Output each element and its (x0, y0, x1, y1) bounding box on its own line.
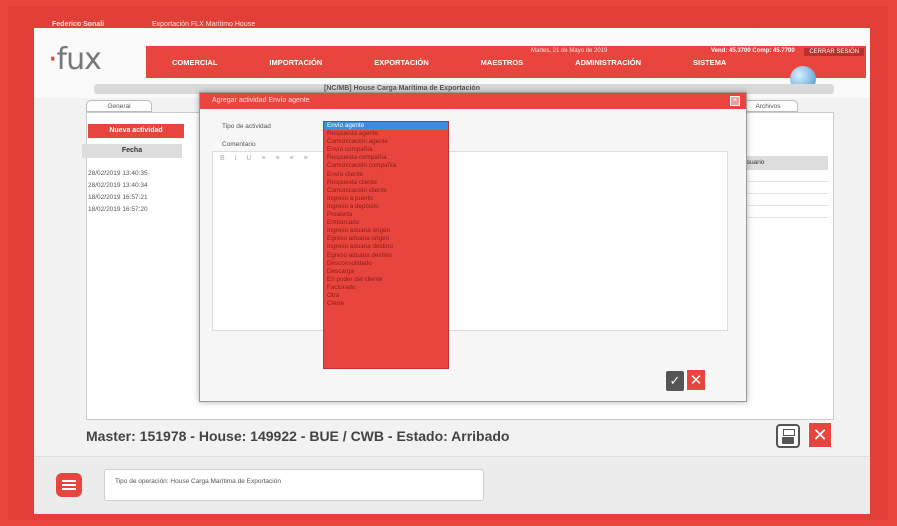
dropdown-option[interactable]: Descarga (324, 268, 448, 276)
dropdown-option[interactable]: Prealerta (324, 211, 448, 219)
new-activity-button[interactable]: Nueva actividad (88, 124, 184, 138)
dropdown-option[interactable]: En poder del cliente (324, 276, 448, 284)
activity-list: 28/02/2019 13:40:35 28/02/2019 13:40:34 … (88, 168, 148, 216)
add-activity-dialog: Agregar actividad Envío agente × Tipo de… (199, 92, 747, 402)
menu-administracion[interactable]: ADMINISTRACIÓN (549, 58, 667, 67)
dropdown-option[interactable]: Facturado (324, 284, 448, 292)
current-date: Martes, 21 de Mayo de 2019 (531, 48, 608, 54)
dropdown-option[interactable]: Comunicación agente (324, 138, 448, 146)
user-name: Federico Sonali (52, 21, 105, 28)
activity-type-dropdown[interactable]: Envío agente Respuesta agente Comunicación… (323, 121, 449, 369)
list-item[interactable]: 28/02/2019 13:40:34 (88, 180, 148, 192)
dialog-title: Agregar actividad Envío agente (200, 93, 746, 109)
dropdown-option[interactable]: Respuesta cliente (324, 179, 448, 187)
table-row (738, 172, 828, 182)
user-column-header[interactable]: Usuario (738, 156, 828, 170)
list-item[interactable]: 18/02/2019 16:57:21 (88, 192, 148, 204)
dropdown-option[interactable]: Comunicación cliente (324, 187, 448, 195)
dropdown-option[interactable]: Comunicación compañía (324, 162, 448, 170)
comment-label: Comentario (222, 141, 256, 148)
dialog-close-icon[interactable]: × (730, 96, 740, 106)
editor-toolbar[interactable]: B I U ≡ ≡ ≡ ≡ (220, 155, 312, 162)
dropdown-option[interactable]: Ingreso a depósito (324, 203, 448, 211)
dropdown-option[interactable]: Ingreso a puerto (324, 195, 448, 203)
dropdown-option[interactable]: Cierre (324, 300, 448, 308)
brand-logo[interactable]: ·fux (48, 42, 102, 77)
list-item[interactable]: 28/02/2019 13:40:35 (88, 168, 148, 180)
logout-button[interactable]: CERRAR SESIÓN (804, 48, 864, 56)
footer-bar: Tipo de operación: House Carga Marítima … (34, 456, 870, 514)
dropdown-option[interactable]: Envío cliente (324, 171, 448, 179)
confirm-button[interactable]: ✓ (666, 371, 684, 391)
menu-exportacion[interactable]: EXPORTACIÓN (348, 58, 454, 67)
close-button[interactable]: ✕ (808, 422, 832, 448)
menu-maestros[interactable]: MAESTROS (455, 58, 550, 67)
main-menu: COMERCIAL IMPORTACIÓN EXPORTACIÓN MAESTR… (146, 46, 866, 78)
table-row (738, 184, 828, 194)
page-title: [NC/MB] House Carga Marítima de Exportac… (324, 85, 480, 92)
comment-editor[interactable] (212, 151, 728, 331)
dropdown-option[interactable]: Respuesta compañía (324, 154, 448, 162)
dropdown-option[interactable]: Egreso aduana destino (324, 252, 448, 260)
menu-comercial[interactable]: COMERCIAL (146, 58, 243, 67)
breadcrumb: Exportación FLX Marítimo House (152, 21, 256, 28)
operation-type-box: Tipo de operación: House Carga Marítima … (104, 469, 484, 501)
table-row (738, 208, 828, 218)
dropdown-option[interactable]: Embarcado (324, 219, 448, 227)
dropdown-option[interactable]: Envío compañía (324, 146, 448, 154)
cancel-button[interactable]: ✕ (686, 369, 706, 391)
app-window: ·fux COMERCIAL IMPORTACIÓN EXPORTACIÓN M… (34, 28, 870, 514)
dropdown-option[interactable]: Otra (324, 292, 448, 300)
table-row (738, 196, 828, 206)
save-button[interactable] (776, 424, 800, 448)
tab-general[interactable]: General (86, 100, 152, 112)
dropdown-option[interactable]: Desconsolidado (324, 260, 448, 268)
top-info-bar: Federico Sonali Exportación FLX Marítimo… (40, 18, 862, 32)
date-column-header[interactable]: Fecha (82, 144, 182, 158)
dropdown-option[interactable]: Ingreso aduana destino (324, 243, 448, 251)
master-status-line: Master: 151978 - House: 149922 - BUE / C… (86, 428, 510, 444)
dropdown-option[interactable]: Envío agente (324, 122, 448, 131)
dropdown-option[interactable]: Egreso aduana origen (324, 235, 448, 243)
dropdown-option[interactable]: Respuesta agente (324, 130, 448, 138)
list-item[interactable]: 18/02/2019 16:57:20 (88, 204, 148, 216)
dropdown-option[interactable]: Ingreso aduana origen (324, 227, 448, 235)
exchange-rates: Vend: 45.3700 Comp: 45.7700 (711, 48, 795, 54)
tab-archivos[interactable]: Archivos (738, 100, 798, 112)
menu-importacion[interactable]: IMPORTACIÓN (243, 58, 348, 67)
menu-icon[interactable] (56, 473, 82, 497)
menu-sistema[interactable]: SISTEMA (667, 58, 752, 67)
activity-type-label: Tipo de actividad (222, 123, 271, 130)
